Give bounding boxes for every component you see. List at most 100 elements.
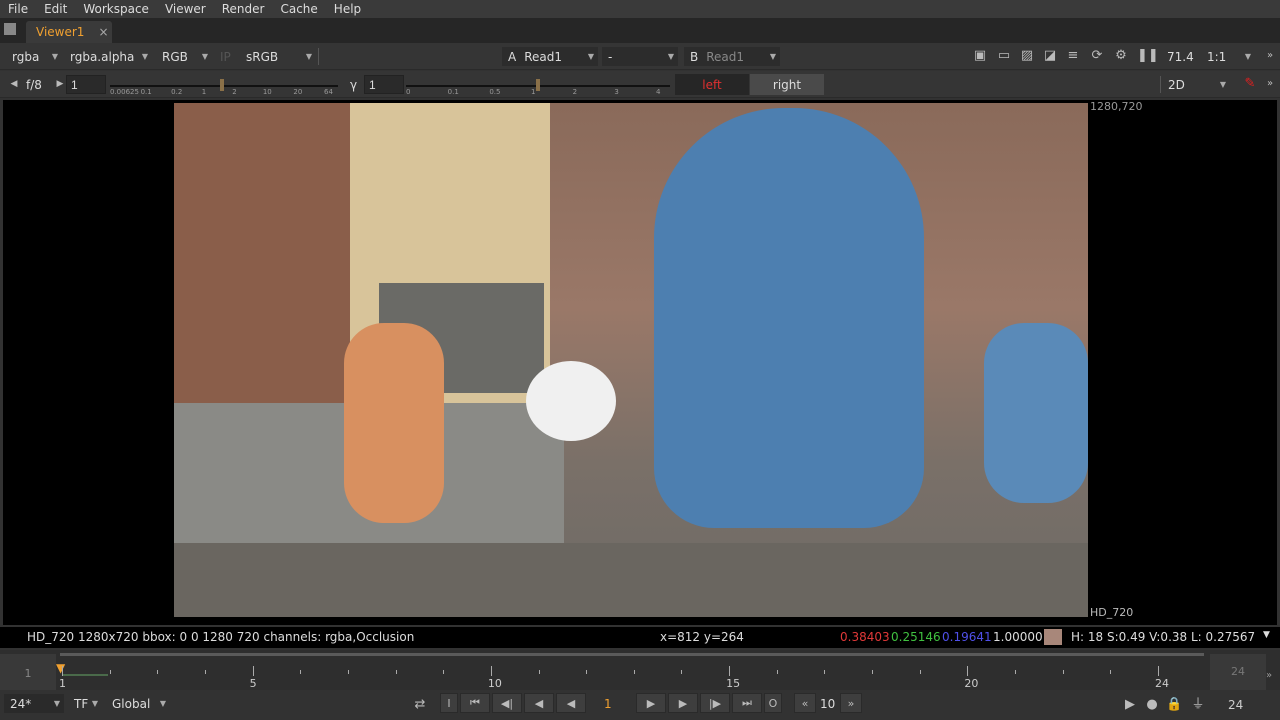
end-frame-field[interactable]: 24: [1228, 698, 1243, 712]
viewer-lut-dropdown[interactable]: sRGB ▼: [240, 47, 316, 66]
menu-help[interactable]: Help: [326, 2, 369, 16]
fstop-label: f/8: [26, 77, 42, 92]
frame-tick: [252, 666, 254, 676]
tick-label: 0.00625: [110, 88, 139, 96]
tick-label: 2: [232, 88, 237, 96]
frame-tick: [872, 670, 874, 674]
time-format-dropdown[interactable]: TF ▼: [68, 694, 102, 713]
wipe-icon[interactable]: ◪: [1042, 48, 1058, 64]
frame-label: 15: [726, 677, 741, 690]
menu-file[interactable]: File: [0, 2, 36, 16]
set-in-button[interactable]: I: [440, 693, 458, 713]
color-swatch: [1044, 629, 1062, 645]
next-keyframe-button[interactable]: |▶: [700, 693, 730, 713]
frame-tick: [919, 670, 921, 674]
menu-bar: File Edit Workspace Viewer Render Cache Help: [0, 0, 1280, 18]
gamma-input[interactable]: [364, 75, 404, 94]
frame-tick: [347, 670, 349, 674]
play-backward-button[interactable]: ◀: [556, 693, 586, 713]
expand-icon[interactable]: »: [1266, 670, 1272, 681]
frame-tick: [1062, 670, 1064, 674]
pixel-ratio-dropdown[interactable]: 1:1 ▼: [1201, 47, 1255, 66]
compare-op-dropdown[interactable]: - ▼: [602, 47, 678, 66]
roi-icon[interactable]: ▣: [972, 48, 988, 64]
play-forward-button[interactable]: ▶: [636, 693, 666, 713]
flipbook-icon[interactable]: ▶: [1122, 697, 1138, 713]
current-frame-field[interactable]: 1: [604, 697, 612, 711]
proxy-icon[interactable]: ⚙: [1113, 48, 1129, 64]
pause-icon[interactable]: ❚❚: [1137, 48, 1159, 64]
info-dropdown-icon[interactable]: ▼: [1263, 630, 1270, 640]
expand-icon[interactable]: »: [1262, 76, 1278, 92]
frame-tick: [62, 666, 63, 676]
gain-slider[interactable]: 0.00625 0.1 0.2 1 2 10 20 64: [110, 75, 338, 97]
step-increment-field[interactable]: 10: [820, 697, 835, 711]
gamma-label: γ: [350, 77, 358, 92]
prev-frame-button[interactable]: ◀: [524, 693, 554, 713]
menu-edit[interactable]: Edit: [36, 2, 75, 16]
frame-tick: [1110, 670, 1112, 674]
view-left-button[interactable]: left: [675, 74, 749, 95]
frame-label: 5: [249, 677, 257, 690]
overlay-lines-icon[interactable]: ≡: [1065, 48, 1081, 64]
tick-label: 0.2: [171, 88, 183, 96]
input-a-dropdown[interactable]: A Read1 ▼: [502, 47, 598, 66]
input-process-toggle[interactable]: IP: [214, 47, 238, 66]
last-frame-button[interactable]: ⏭: [732, 693, 762, 713]
format-top-right-label: 1280,720: [1090, 100, 1143, 113]
frame-tick: [443, 670, 445, 674]
menu-cache[interactable]: Cache: [272, 2, 325, 16]
tick-label: 1: [531, 88, 536, 96]
playhead-snap-icon[interactable]: ⏚: [1190, 697, 1206, 713]
tick-label: 4: [656, 88, 661, 96]
frame-tick: [395, 670, 397, 674]
step-back-button[interactable]: «: [794, 693, 816, 713]
record-icon[interactable]: ●: [1144, 697, 1160, 713]
close-icon[interactable]: ×: [98, 25, 108, 39]
lock-icon[interactable]: 🔒: [1166, 697, 1182, 713]
hsvl-value: H: 18 S:0.49 V:0.38 L: 0.27567: [1071, 630, 1256, 644]
loop-mode-icon[interactable]: ⇄: [412, 697, 428, 713]
display-channels-dropdown[interactable]: RGB ▼: [156, 47, 212, 66]
fps-dropdown[interactable]: 24* ▼: [4, 694, 64, 713]
playhead-icon[interactable]: ▼: [56, 661, 65, 675]
set-out-button[interactable]: O: [764, 693, 782, 713]
channels-dropdown[interactable]: rgba ▼: [6, 47, 62, 66]
frame-tick: [157, 670, 159, 674]
red-value: 0.38403: [840, 630, 890, 644]
timeline-start-field[interactable]: 1: [0, 654, 56, 690]
paint-brush-icon[interactable]: ✎: [1242, 76, 1258, 92]
range-mode-dropdown[interactable]: Global ▼: [106, 694, 170, 713]
menu-viewer[interactable]: Viewer: [157, 2, 214, 16]
frame-tick: [1015, 670, 1017, 674]
zebra-icon[interactable]: ▨: [1019, 48, 1035, 64]
timeline[interactable]: 1 ▼ 24 » 1 5 10 15 20 24: [0, 650, 1280, 690]
gamma-slider[interactable]: 0 0.1 0.5 1 2 3 4: [406, 75, 670, 97]
next-frame-button[interactable]: ▶: [668, 693, 698, 713]
input-b-dropdown[interactable]: B Read1 ▼: [684, 47, 780, 66]
gain-input[interactable]: [66, 75, 106, 94]
tick-label: 3: [614, 88, 619, 96]
refresh-icon[interactable]: ⟳: [1089, 48, 1105, 64]
view-right-button[interactable]: right: [750, 74, 824, 95]
menu-workspace[interactable]: Workspace: [75, 2, 157, 16]
expand-icon[interactable]: »: [1262, 48, 1278, 64]
tab-viewer1[interactable]: Viewer1 ×: [26, 21, 112, 43]
alpha-channel-dropdown[interactable]: rgba.alpha ▼: [64, 47, 152, 66]
fstop-decrease-icon[interactable]: ◀: [6, 76, 22, 92]
timeline-end-field[interactable]: 24: [1210, 654, 1266, 690]
tick-label: 0.1: [140, 88, 152, 96]
frame-label: 20: [964, 677, 979, 690]
frame-tick: [967, 666, 969, 676]
step-forward-button[interactable]: »: [840, 693, 862, 713]
prev-keyframe-button[interactable]: ◀|: [492, 693, 522, 713]
pane-menu-icon[interactable]: [4, 23, 16, 35]
zoom-field[interactable]: 71.4: [1161, 47, 1201, 66]
viewer-image[interactable]: [174, 103, 1088, 617]
frame-tick: [109, 670, 111, 674]
first-frame-button[interactable]: ⏮: [460, 693, 490, 713]
menu-render[interactable]: Render: [214, 2, 273, 16]
tick-label: 10: [262, 88, 272, 96]
safe-area-icon[interactable]: ▭: [996, 48, 1012, 64]
view-mode-dropdown[interactable]: 2D ▼: [1162, 75, 1230, 94]
